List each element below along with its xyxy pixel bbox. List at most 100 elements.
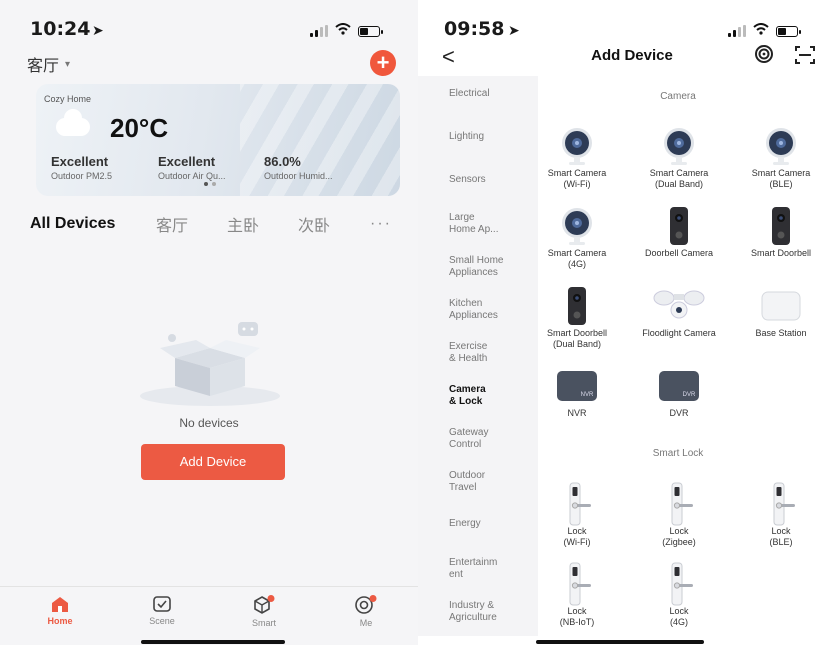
smart-icon xyxy=(229,595,299,615)
home-name: Cozy Home xyxy=(44,94,92,104)
device-tile[interactable]: DVR DVR xyxy=(634,364,724,419)
device-tile[interactable]: NVR NVR xyxy=(532,364,622,419)
add-device-screen: 09:58 ➤ < Add Device Electrical Lighting S… xyxy=(418,0,817,645)
device-tile[interactable]: Smart Doorbell xyxy=(736,204,817,259)
device-name: Smart Camera (Wi-Fi) xyxy=(547,168,607,190)
device-name: Base Station xyxy=(755,328,807,338)
wifi-icon xyxy=(335,22,351,40)
empty-box-illustration xyxy=(130,318,290,408)
camera-icon xyxy=(736,124,817,168)
device-tile[interactable]: Lock (4G) xyxy=(634,562,724,629)
weather-card[interactable]: Cozy Home 20°C Excellent Outdoor PM2.5 E… xyxy=(36,84,400,196)
location-arrow-icon: ➤ xyxy=(92,22,104,38)
battery-icon xyxy=(776,25,801,37)
device-name: Smart Camera (BLE) xyxy=(751,168,811,190)
category-item[interactable]: Lighting xyxy=(449,131,484,143)
nav-me[interactable]: Me xyxy=(331,595,401,628)
camera-icon xyxy=(532,124,622,168)
signal-icon xyxy=(310,25,328,37)
room-tabs: All Devices 客厅 主卧 次卧 ··· xyxy=(30,212,400,236)
stat-label: Outdoor PM2.5 xyxy=(51,171,113,181)
camera-icon xyxy=(634,124,724,168)
category-item[interactable]: Camera & Lock xyxy=(449,384,486,407)
device-tile[interactable]: Lock (NB-IoT) xyxy=(532,562,622,629)
tab-living-room[interactable]: 客厅 xyxy=(156,212,227,236)
lock-icon xyxy=(736,482,817,526)
qr-scan-icon[interactable] xyxy=(794,45,816,70)
category-item[interactable]: Industry & Agriculture xyxy=(449,600,497,623)
tab-all-devices[interactable]: All Devices xyxy=(30,215,156,233)
more-tabs-button[interactable]: ··· xyxy=(370,215,392,233)
device-name: Smart Doorbell (Dual Band) xyxy=(546,328,608,350)
lock-icon xyxy=(532,482,622,526)
home-icon xyxy=(25,595,95,613)
nvr-icon: NVR xyxy=(532,364,622,408)
room-selector-label: 客厅 xyxy=(27,58,60,75)
device-tile[interactable]: Smart Camera (BLE) xyxy=(736,124,817,191)
stat-humidity: 86.0% Outdoor Humid... xyxy=(264,154,333,181)
page-dots xyxy=(204,182,216,186)
category-item[interactable]: Gateway Control xyxy=(449,427,488,450)
me-icon xyxy=(331,595,401,615)
temperature: 20°C xyxy=(110,113,169,143)
tab-master-bedroom[interactable]: 主卧 xyxy=(227,212,298,236)
lock-icon xyxy=(634,562,724,606)
home-indicator xyxy=(536,640,704,644)
category-item[interactable]: Large Home Ap... xyxy=(449,212,498,235)
device-tile[interactable]: Smart Camera (Dual Band) xyxy=(634,124,724,191)
stat-air-quality: Excellent Outdoor Air Qu... xyxy=(158,154,226,181)
category-item[interactable]: Kitchen Appliances xyxy=(449,298,498,321)
device-tile[interactable]: Doorbell Camera xyxy=(634,204,724,259)
doorbell-icon xyxy=(634,204,724,248)
device-name: Lock (Zigbee) xyxy=(662,526,696,548)
add-device-button[interactable]: Add Device xyxy=(141,444,285,480)
category-item[interactable]: Entertainm ent xyxy=(449,557,497,580)
stat-value: Excellent xyxy=(158,154,216,169)
device-tile[interactable]: Smart Doorbell (Dual Band) xyxy=(532,284,622,351)
stat-value: 86.0% xyxy=(264,154,301,169)
room-selector[interactable]: 客厅 ▾ xyxy=(27,52,70,76)
nav-label: Smart xyxy=(251,618,276,628)
device-tile[interactable]: Floodlight Camera xyxy=(634,284,724,339)
location-arrow-icon: ➤ xyxy=(508,22,520,38)
category-item[interactable]: Sensors xyxy=(449,174,486,186)
scene-icon xyxy=(127,595,197,613)
device-tile[interactable]: Lock (BLE) xyxy=(736,482,817,549)
add-plus-button[interactable]: + xyxy=(370,50,396,76)
nfc-scan-icon[interactable] xyxy=(754,44,774,69)
tab-second-bedroom[interactable]: 次卧 xyxy=(298,212,370,236)
nav-home[interactable]: Home xyxy=(25,595,95,626)
dvr-icon: DVR xyxy=(634,364,724,408)
dvr-badge: DVR xyxy=(683,392,696,398)
device-name: Doorbell Camera xyxy=(644,248,714,258)
device-tile[interactable]: Smart Camera (Wi-Fi) xyxy=(532,124,622,191)
section-title-smart-lock: Smart Lock xyxy=(652,448,704,459)
home-screen: 10:24 ➤ 客厅 ▾ + Cozy Home 20°C Excellent … xyxy=(0,0,418,645)
caret-down-icon: ▾ xyxy=(65,58,71,70)
nav-scene[interactable]: Scene xyxy=(127,595,197,626)
device-name: Smart Camera (Dual Band) xyxy=(649,168,709,190)
category-item[interactable]: Exercise & Health xyxy=(449,341,487,364)
stat-label: Outdoor Air Qu... xyxy=(158,171,226,181)
wifi-icon xyxy=(753,22,769,40)
cloud-icon xyxy=(56,109,90,136)
device-name: Lock (4G) xyxy=(669,606,689,628)
status-icons xyxy=(728,22,801,40)
nav-label: Home xyxy=(47,616,73,626)
category-item[interactable]: Energy xyxy=(449,518,481,530)
device-tile[interactable]: Lock (Zigbee) xyxy=(634,482,724,549)
device-tile[interactable]: Lock (Wi-Fi) xyxy=(532,482,622,549)
category-item[interactable]: Electrical xyxy=(449,88,490,100)
stat-label: Outdoor Humid... xyxy=(264,171,333,181)
category-item[interactable]: Outdoor Travel xyxy=(449,470,485,493)
camera-icon xyxy=(532,204,622,248)
category-item[interactable]: Small Home Appliances xyxy=(449,255,503,278)
nav-smart[interactable]: Smart xyxy=(229,595,299,628)
device-name: Smart Camera (4G) xyxy=(547,248,607,270)
device-tile[interactable]: Smart Camera (4G) xyxy=(532,204,622,271)
device-tile[interactable]: Base Station xyxy=(736,284,817,339)
nvr-badge: NVR xyxy=(581,392,594,398)
nav-label: Scene xyxy=(149,616,175,626)
status-time: 09:58 xyxy=(444,18,505,40)
base-station-icon xyxy=(736,284,817,328)
